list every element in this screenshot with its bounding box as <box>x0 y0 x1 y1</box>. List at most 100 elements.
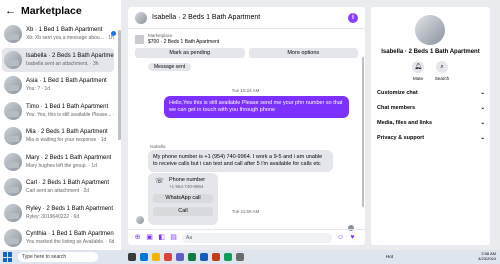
conversation-preview: Ryley: 3019640222 · 6d <box>26 213 80 220</box>
unread-dot <box>111 31 116 36</box>
message-composer: ⊕ ▣ ◧ ▤ Aa ☺ ♥ <box>128 229 365 245</box>
section-chat-members[interactable]: Chat members ⌄ <box>377 105 485 111</box>
gif-icon[interactable]: ▤ <box>170 234 177 241</box>
like-icon[interactable]: ♥ <box>349 234 356 241</box>
chat-scrollbar[interactable] <box>362 57 364 207</box>
conversation-item[interactable]: Timo · 1 Bed 1 Bath Apartment You: Yes, t… <box>2 99 114 123</box>
conversation-preview: Mia is waiting for your response · 1d <box>26 137 107 143</box>
windows-taskbar: Type here to search Hot 2:58 AM 4/23/202… <box>0 250 500 264</box>
conversation-item[interactable]: Ryley · 2 Beds 1 Bath Apartment Ryley: 30… <box>2 201 114 225</box>
avatar <box>4 178 22 196</box>
conversation-item[interactable]: Carl · 2 Beds 1 Bath Apartment Carl sent … <box>2 175 114 199</box>
conversation-item[interactable]: Mia · 2 Beds 1 Bath Apartment Mia is wait… <box>2 124 114 148</box>
emoji-icon[interactable]: ☺ <box>337 234 344 241</box>
conversation-preview: You marked the listing as Available. · 6… <box>26 239 114 245</box>
chat-avatar[interactable] <box>135 11 147 24</box>
mute-bell-icon[interactable]: 🔔︎ <box>412 61 424 73</box>
incoming-message: My phone number is +1 (954) 740-9964. I … <box>148 150 333 172</box>
file-explorer-icon[interactable] <box>152 253 160 261</box>
conversation-preview: Xb: Xb sent you a message abou... · 1h <box>26 35 114 41</box>
app-icon[interactable] <box>236 253 244 261</box>
conversation-name: Mary · 2 Beds 1 Bath Apartment <box>26 154 112 161</box>
conversation-preview: You: Yes, this is still available Please… <box>26 111 114 118</box>
conversation-name: Asia · 1 Bed 1 Bath Apartment <box>26 78 107 84</box>
chevron-down-icon: ⌄ <box>480 135 485 141</box>
conversation-name: Xb · 1 Bed 1 Bath Apartment <box>26 27 103 33</box>
image-icon[interactable]: ▣ <box>146 234 153 241</box>
avatar <box>4 229 22 247</box>
conversation-item[interactable]: Asia · 1 Bed 1 Bath Apartment You: ? · 1d <box>2 73 114 97</box>
word-icon[interactable] <box>200 253 208 261</box>
message-input[interactable]: Aa <box>182 232 332 243</box>
profile-avatar[interactable] <box>415 15 445 45</box>
sidebar-title: Marketplace <box>21 5 82 17</box>
powerpoint-icon[interactable] <box>212 253 220 261</box>
back-arrow-icon[interactable]: ← <box>5 5 16 17</box>
mark-pending-button[interactable]: Mark as pending <box>135 48 245 58</box>
sidebar-header: ← Marketplace <box>0 0 121 22</box>
windows-start-icon[interactable] <box>3 252 13 262</box>
sender-avatar <box>136 216 144 224</box>
conversation-preview: Mary hughes left the group. · 1d <box>26 162 97 169</box>
conversation-sidebar: ← Marketplace Xb · 1 Bed 1 Bath Apartmen… <box>0 0 121 250</box>
task-view-icon[interactable] <box>128 253 136 261</box>
phone-icon: ☏ <box>155 178 164 185</box>
chevron-down-icon: ⌄ <box>480 120 485 126</box>
avatar <box>4 152 22 171</box>
section-media-files-links[interactable]: Media, files and links ⌄ <box>377 120 485 126</box>
conversation-name: Isabella · 2 Beds 1 Bath Apartment <box>26 52 114 59</box>
chat-panel: Isabella · 2 Beds 1 Bath Apartment i Mar… <box>128 7 365 245</box>
excel-icon[interactable] <box>188 253 196 261</box>
chrome-icon[interactable] <box>164 253 172 261</box>
avatar <box>4 101 22 120</box>
section-customize-chat[interactable]: Customize chat ⌄ <box>377 90 485 96</box>
avatar <box>4 50 22 69</box>
sheets-icon[interactable] <box>224 253 232 261</box>
weather-label[interactable]: Hot <box>386 254 393 259</box>
sidebar-scrollbar[interactable] <box>118 30 121 140</box>
avatar <box>4 76 22 94</box>
conversation-item[interactable]: Cynthia · 1 Bed 1 Bath Apartment You mark… <box>2 226 114 250</box>
chevron-down-icon: ⌄ <box>480 90 485 96</box>
conversation-name: Timo · 1 Bed 1 Bath Apartment <box>26 103 109 110</box>
avatar <box>4 25 22 43</box>
conversation-item[interactable]: Mary · 2 Beds 1 Bath Apartment Mary hughe… <box>2 150 114 174</box>
avatar <box>4 203 22 222</box>
chat-title[interactable]: Isabella · 2 Beds 1 Bath Apartment <box>152 14 260 21</box>
info-icon[interactable]: i <box>348 13 358 23</box>
conversation-name: Ryley · 2 Beds 1 Bath Apartment <box>26 205 114 212</box>
conversation-name: Cynthia · 1 Bed 1 Bath Apartment <box>26 231 114 237</box>
outgoing-message: Hello,Yes this is still available Please… <box>164 96 349 118</box>
listing-thumbnail <box>135 35 144 44</box>
timestamp: Tue 11:59 AM <box>231 209 260 214</box>
conversation-preview: Isabella sent an attachment. · 3h <box>26 60 99 67</box>
conversation-info-panel: Isabella · 2 Beds 1 Bath Apartment 🔔︎ Mu… <box>371 7 490 245</box>
contact-card: ☏ Phone number +1 954-740-9964 WhatsApp … <box>148 173 218 225</box>
contact-card-number: +1 954-740-9964 <box>169 184 204 189</box>
sender-name: Isabella <box>150 144 166 149</box>
contact-card-title: Phone number <box>169 177 206 183</box>
clock-date: 4/23/2024 <box>478 256 496 261</box>
conversation-name: Mia · 2 Beds 1 Bath Apartment <box>26 129 108 135</box>
listing-price: $700 · 2 Beds 1 Bath Apartment <box>148 39 220 45</box>
info-name: Isabella · 2 Beds 1 Bath Apartment <box>381 49 480 55</box>
edge-icon[interactable] <box>140 253 148 261</box>
chat-header: Isabella · 2 Beds 1 Bath Apartment i <box>128 7 365 29</box>
search-icon[interactable]: ⌕ <box>436 61 448 73</box>
system-clock[interactable]: 2:58 AM 4/23/2024 <box>478 251 496 261</box>
mute-label: Mute <box>412 76 423 81</box>
whatsapp-call-button[interactable]: WhatsApp call <box>153 194 213 203</box>
avatar <box>4 127 22 145</box>
conversation-preview: Carl sent an attachment · 2d <box>26 188 90 194</box>
conversation-item[interactable]: Xb · 1 Bed 1 Bath Apartment Xb: Xb sent y… <box>2 22 116 46</box>
section-privacy-support[interactable]: Privacy & support ⌄ <box>377 135 485 141</box>
previous-message: Message sent <box>148 63 192 71</box>
teams-icon[interactable] <box>176 253 184 261</box>
add-icon[interactable]: ⊕ <box>134 234 141 241</box>
more-options-button[interactable]: More options <box>248 48 358 58</box>
conversation-name: Carl · 2 Beds 1 Bath Apartment <box>26 180 110 186</box>
listing-banner[interactable]: Marketplace $700 · 2 Beds 1 Bath Apartme… <box>128 29 365 45</box>
taskbar-search-input[interactable]: Type here to search <box>18 252 98 262</box>
conversation-item[interactable]: Isabella · 2 Beds 1 Bath Apartment Isabel… <box>2 47 114 72</box>
sticker-icon[interactable]: ◧ <box>158 234 165 241</box>
